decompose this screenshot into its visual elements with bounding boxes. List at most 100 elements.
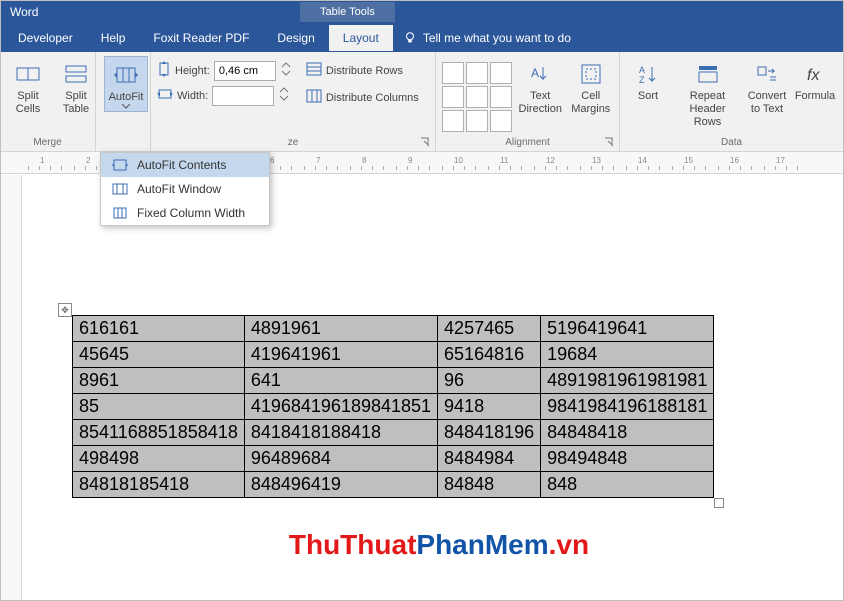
formula-icon: fx xyxy=(804,60,826,88)
autofit-button[interactable]: AutoFit xyxy=(104,56,149,112)
table-cell[interactable]: 4891981961981981 xyxy=(541,368,714,394)
table-cell[interactable]: 96489684 xyxy=(244,446,437,472)
distribute-columns-button[interactable]: Distribute Columns xyxy=(304,87,421,108)
formula-button[interactable]: fx Formula xyxy=(793,56,837,103)
svg-text:fx: fx xyxy=(807,67,820,84)
table-cell[interactable]: 5196419641 xyxy=(541,316,714,342)
ruler-number: 12 xyxy=(546,156,555,165)
table-cell[interactable]: 85 xyxy=(73,394,245,420)
ruler-number: 6 xyxy=(270,156,274,165)
width-icon xyxy=(157,87,173,104)
table-cell[interactable]: 419641961 xyxy=(244,342,437,368)
width-spinner[interactable] xyxy=(278,85,290,106)
convert-icon xyxy=(756,60,778,88)
align-bc[interactable] xyxy=(466,110,488,132)
distribute-rows-icon xyxy=(306,62,322,79)
align-mc[interactable] xyxy=(466,86,488,108)
table-cell[interactable]: 98494848 xyxy=(541,446,714,472)
size-dialog-launcher[interactable] xyxy=(419,135,433,149)
table-cell[interactable]: 8484984 xyxy=(438,446,541,472)
ruler-number: 7 xyxy=(316,156,320,165)
table-resize-handle[interactable] xyxy=(714,498,724,508)
ruler-number: 11 xyxy=(500,156,508,165)
table-cell[interactable]: 84848 xyxy=(438,472,541,498)
table-row[interactable]: 8481818541884849641984848848 xyxy=(73,472,714,498)
align-tc[interactable] xyxy=(466,62,488,84)
height-input[interactable] xyxy=(214,61,276,81)
table-cell[interactable]: 9841984196188181 xyxy=(541,394,714,420)
table-cell[interactable]: 616161 xyxy=(73,316,245,342)
tab-developer[interactable]: Developer xyxy=(4,25,87,51)
convert-to-text-button[interactable]: Convert to Text xyxy=(745,56,789,116)
ruler-number: 16 xyxy=(730,156,739,165)
table-cell[interactable]: 8541168851858418 xyxy=(73,420,245,446)
distribute-rows-button[interactable]: Distribute Rows xyxy=(304,60,421,81)
table-cell[interactable]: 4257465 xyxy=(438,316,541,342)
data-group-label: Data xyxy=(626,135,837,151)
autofit-window-item[interactable]: AutoFit Window xyxy=(101,177,269,201)
table-cell[interactable]: 8961 xyxy=(73,368,245,394)
vertical-ruler[interactable] xyxy=(0,175,22,601)
ruler-number: 15 xyxy=(684,156,693,165)
split-table-icon xyxy=(64,60,88,88)
ruler-number: 2 xyxy=(86,156,90,165)
table-cell[interactable]: 4891961 xyxy=(244,316,437,342)
table-cell[interactable]: 848496419 xyxy=(244,472,437,498)
table-cell[interactable]: 65164816 xyxy=(438,342,541,368)
merge-group-label: Merge xyxy=(6,135,89,151)
table-row[interactable]: 8961641964891981961981981 xyxy=(73,368,714,394)
ruler-number: 13 xyxy=(592,156,601,165)
table-cell[interactable]: 45645 xyxy=(73,342,245,368)
table-cell[interactable]: 96 xyxy=(438,368,541,394)
lightbulb-icon xyxy=(403,31,417,45)
table-cell[interactable]: 848 xyxy=(541,472,714,498)
align-br[interactable] xyxy=(490,110,512,132)
sort-button[interactable]: AZ Sort xyxy=(626,56,670,103)
fixed-column-width-item[interactable]: Fixed Column Width xyxy=(101,201,269,225)
tab-layout[interactable]: Layout xyxy=(329,25,393,51)
tell-me-search[interactable]: Tell me what you want to do xyxy=(403,31,571,45)
table-cell[interactable]: 641 xyxy=(244,368,437,394)
tab-design[interactable]: Design xyxy=(263,25,328,51)
table-cell[interactable]: 498498 xyxy=(73,446,245,472)
chevron-down-icon xyxy=(122,104,130,109)
word-table[interactable]: 6161614891961425746551964196414564541964… xyxy=(72,315,714,498)
table-row[interactable]: 49849896489684848498498494848 xyxy=(73,446,714,472)
table-cell[interactable]: 84848418 xyxy=(541,420,714,446)
align-tr[interactable] xyxy=(490,62,512,84)
table-row[interactable]: 616161489196142574655196419641 xyxy=(73,316,714,342)
width-input[interactable] xyxy=(212,86,274,106)
autofit-dropdown: AutoFit Contents AutoFit Window Fixed Co… xyxy=(100,152,270,226)
height-spinner[interactable] xyxy=(280,60,292,81)
tab-foxit[interactable]: Foxit Reader PDF xyxy=(139,25,263,51)
ruler-number: 9 xyxy=(408,156,412,165)
cell-margins-button[interactable]: Cell Margins xyxy=(569,56,614,116)
table-cell[interactable]: 8418418188418 xyxy=(244,420,437,446)
alignment-dialog-launcher[interactable] xyxy=(603,135,617,149)
align-mr[interactable] xyxy=(490,86,512,108)
split-table-button[interactable]: Split Table xyxy=(54,56,98,116)
align-ml[interactable] xyxy=(442,86,464,108)
sort-icon: AZ xyxy=(637,60,659,88)
table-cell[interactable]: 84818185418 xyxy=(73,472,245,498)
svg-text:Z: Z xyxy=(639,75,645,85)
autofit-contents-item[interactable]: AutoFit Contents xyxy=(101,153,269,177)
table-row[interactable]: 8541968419618984185194189841984196188181 xyxy=(73,394,714,420)
table-cell[interactable]: 419684196189841851 xyxy=(244,394,437,420)
autofit-contents-icon xyxy=(111,158,129,172)
table-cell[interactable]: 848418196 xyxy=(438,420,541,446)
align-tl[interactable] xyxy=(442,62,464,84)
align-bl[interactable] xyxy=(442,110,464,132)
table-row[interactable]: 8541168851858418841841818841884841819684… xyxy=(73,420,714,446)
repeat-header-rows-button[interactable]: Repeat Header Rows xyxy=(674,56,741,130)
alignment-grid xyxy=(442,62,512,132)
document-page: ✥ 61616148919614257465519641964145645419… xyxy=(34,175,844,601)
cell-margins-icon xyxy=(580,60,602,88)
table-row[interactable]: 456454196419616516481619684 xyxy=(73,342,714,368)
table-move-handle[interactable]: ✥ xyxy=(58,303,72,317)
table-cell[interactable]: 9418 xyxy=(438,394,541,420)
split-cells-button[interactable]: Split Cells xyxy=(6,56,50,116)
text-direction-button[interactable]: A Text Direction xyxy=(516,56,565,116)
table-cell[interactable]: 19684 xyxy=(541,342,714,368)
tab-help[interactable]: Help xyxy=(87,25,140,51)
